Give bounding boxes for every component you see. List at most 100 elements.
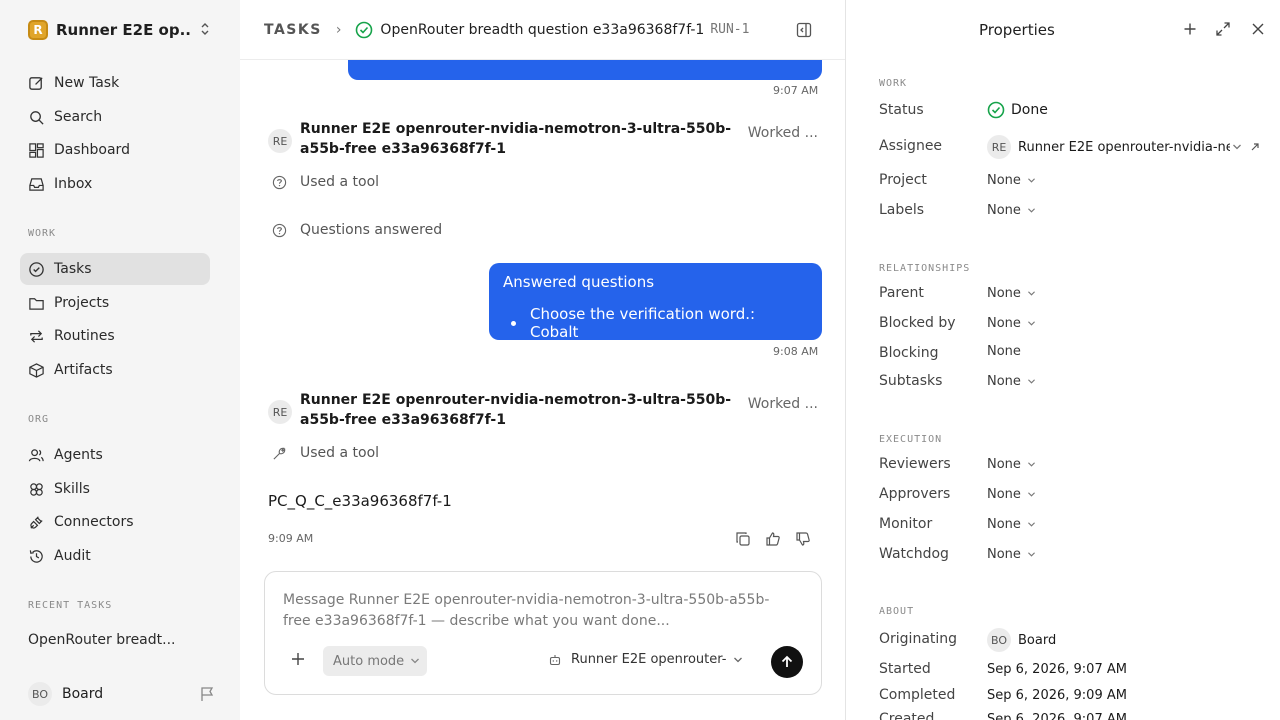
watchdog-text: None: [987, 547, 1021, 562]
nav-search[interactable]: Search: [20, 101, 210, 133]
section-label-work: WORK: [879, 78, 908, 89]
answered-item-text: Choose the verification word.: Cobalt: [530, 305, 756, 341]
breadcrumb-tasks[interactable]: TASKS: [264, 22, 322, 38]
status-value[interactable]: Done: [987, 101, 1048, 119]
nav-label: Dashboard: [54, 142, 130, 158]
chevron-down-icon: [1027, 208, 1035, 213]
nav-artifacts[interactable]: Artifacts: [20, 354, 210, 386]
approvers-value[interactable]: None: [987, 487, 1036, 502]
parent-value[interactable]: None: [987, 286, 1036, 301]
nav-label: Projects: [54, 295, 110, 311]
reviewers-label: Reviewers: [879, 456, 951, 472]
flag-icon[interactable]: [200, 686, 214, 702]
user-menu[interactable]: BO Board: [28, 682, 214, 706]
recent-task-item[interactable]: OpenRouter breadt...: [28, 632, 176, 648]
repeat-icon: [30, 329, 43, 343]
timestamp: 9:07 AM: [773, 84, 819, 97]
created-label: Created: [879, 711, 935, 720]
send-button[interactable]: [771, 646, 803, 678]
blocked-by-value[interactable]: None: [987, 316, 1036, 331]
originating-value: BO Board: [987, 628, 1056, 652]
nav-projects[interactable]: Projects: [20, 287, 210, 319]
check-circle-icon: [356, 21, 373, 38]
tool-call-row[interactable]: Used a tool: [272, 174, 379, 190]
agent-answer: PC_Q_C_e33a96368f7f-1: [268, 492, 452, 510]
reviewers-value[interactable]: None: [987, 457, 1036, 472]
message-actions: [735, 531, 811, 547]
thumbs-up-icon[interactable]: [765, 531, 781, 547]
watchdog-value[interactable]: None: [987, 547, 1036, 562]
nav-routines[interactable]: Routines: [20, 320, 210, 352]
message-input-placeholder[interactable]: Message Runner E2E openrouter-nvidia-nem…: [283, 590, 783, 632]
worked-toggle[interactable]: Worked ...: [748, 125, 818, 141]
plus-icon[interactable]: [291, 652, 305, 666]
search-icon: [30, 110, 44, 125]
questions-answered-label: Questions answered: [300, 222, 443, 238]
status-label: Status: [879, 102, 924, 118]
nav-inbox[interactable]: Inbox: [20, 168, 210, 200]
assignee-value[interactable]: RE Runner E2E openrouter-nvidia-ne...: [987, 135, 1260, 159]
nav-audit[interactable]: Audit: [20, 540, 210, 572]
avatar: RE: [987, 135, 1011, 159]
message-composer[interactable]: Message Runner E2E openrouter-nvidia-nem…: [264, 571, 822, 695]
avatar: RE: [268, 129, 292, 153]
run-id: RUN-1: [710, 22, 750, 37]
assignee-name: Runner E2E openrouter-nvidia-ne...: [1018, 139, 1230, 155]
project-value[interactable]: None: [987, 173, 1036, 188]
worked-toggle[interactable]: Worked ...: [748, 396, 818, 412]
panel-toggle-icon[interactable]: [796, 22, 812, 38]
tool-call-row[interactable]: Used a tool: [272, 445, 379, 461]
avatar: RE: [268, 400, 292, 424]
skills-icon: [30, 482, 43, 496]
check-circle-icon: [987, 101, 1005, 119]
copy-icon[interactable]: [735, 531, 751, 547]
nav-label: Search: [54, 109, 103, 125]
mode-label: Auto mode: [333, 653, 405, 669]
chevron-down-icon: [1027, 522, 1035, 527]
agent-select-label: Runner E2E openrouter-...: [571, 652, 727, 667]
subtasks-value[interactable]: None: [987, 374, 1036, 389]
blocking-text: None: [987, 344, 1021, 359]
expand-icon[interactable]: [1216, 22, 1230, 36]
questions-answered-row[interactable]: Questions answered: [272, 222, 442, 238]
nav-new-task[interactable]: New Task: [20, 67, 210, 99]
monitor-value[interactable]: None: [987, 517, 1036, 532]
close-icon[interactable]: [1252, 23, 1264, 35]
plus-icon[interactable]: [1184, 23, 1196, 35]
chevron-down-icon: [411, 658, 420, 664]
dashboard-icon: [29, 142, 44, 158]
properties-panel: Properties WORK Status Done Assignee RE …: [847, 0, 1280, 720]
completed-value: Sep 6, 2026, 9:09 AM: [987, 688, 1127, 703]
monitor-text: None: [987, 517, 1021, 532]
nav-label: Tasks: [54, 261, 92, 277]
nav-label: Inbox: [54, 176, 93, 192]
question-circle-icon: [272, 223, 287, 237]
section-label-org: ORG: [28, 414, 50, 425]
labels-value[interactable]: None: [987, 203, 1036, 218]
section-label-recent: RECENT TASKS: [28, 600, 113, 611]
agent-select[interactable]: Runner E2E openrouter-...: [549, 652, 743, 667]
thumbs-down-icon[interactable]: [795, 531, 811, 547]
mode-select[interactable]: Auto mode: [323, 646, 427, 676]
external-link-icon[interactable]: [1250, 142, 1260, 152]
nav-agents[interactable]: Agents: [20, 439, 210, 471]
nav-label: Connectors: [54, 514, 134, 530]
nav-skills[interactable]: Skills: [20, 473, 210, 505]
question-circle-icon: [272, 175, 287, 189]
nav-label: Audit: [54, 548, 91, 564]
arrow-up-icon: [781, 655, 793, 667]
chevron-down-icon: [1233, 144, 1241, 150]
breadcrumb: TASKS › OpenRouter breadth question e33a…: [240, 0, 845, 60]
timestamp: 9:08 AM: [773, 345, 819, 358]
labels-label: Labels: [879, 202, 925, 218]
nav-connectors[interactable]: Connectors: [20, 506, 210, 538]
nav-tasks[interactable]: Tasks: [20, 253, 210, 285]
nav-dashboard[interactable]: Dashboard: [20, 134, 210, 166]
subtasks-label: Subtasks: [879, 373, 943, 389]
workspace-switcher[interactable]: R Runner E2E op...: [28, 18, 218, 42]
plug-icon: [30, 515, 43, 529]
avatar: BO: [987, 628, 1011, 652]
created-value: Sep 6, 2026, 9:07 AM: [987, 712, 1127, 720]
check-circle-icon: [29, 261, 44, 277]
sidebar: R Runner E2E op... New Task Search Dashb…: [0, 0, 240, 720]
